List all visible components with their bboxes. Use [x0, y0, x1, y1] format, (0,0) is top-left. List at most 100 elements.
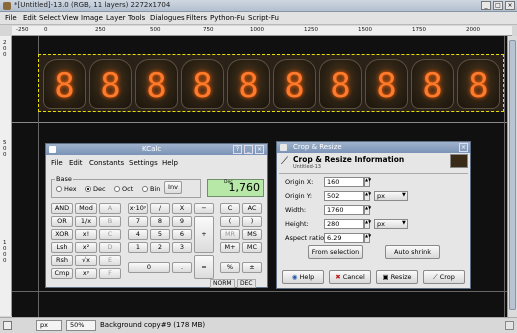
digit-8-button[interactable]: 8	[150, 216, 170, 227]
help-button[interactable]: ◉ Help	[282, 270, 324, 284]
hex-d-button[interactable]: D	[99, 242, 121, 253]
width-field[interactable]: 1760	[324, 205, 364, 215]
radio-dec[interactable]	[85, 186, 91, 192]
left-paren-button[interactable]: (	[220, 216, 240, 227]
kcalc-menu-file[interactable]: File	[51, 159, 63, 167]
origin-x-spinner[interactable]: ▲▼	[364, 177, 371, 187]
memory-clear-button[interactable]: MC	[242, 242, 262, 253]
resize-grip-icon[interactable]	[505, 321, 514, 330]
multiply-button[interactable]: X	[172, 203, 192, 214]
right-paren-button[interactable]: )	[242, 216, 262, 227]
cancel-button[interactable]: ✖ Cancel	[329, 270, 371, 284]
nixie-digit: 8	[468, 66, 489, 106]
hex-a-button[interactable]: A	[99, 203, 121, 214]
origin-y-spinner[interactable]: ▲▼	[364, 191, 371, 201]
resize-button[interactable]: ▣ Resize	[376, 270, 418, 284]
decimal-button[interactable]: .	[172, 262, 192, 273]
menu-python-fu[interactable]: Python-Fu	[210, 14, 245, 22]
menu-tools[interactable]: Tools	[128, 14, 145, 22]
width-spinner[interactable]: ▲▼	[364, 205, 371, 215]
reciprocal-button[interactable]: 1/x	[75, 216, 97, 227]
height-field[interactable]: 280	[324, 219, 364, 229]
percent-button[interactable]: %	[220, 262, 240, 273]
lsh-button[interactable]: Lsh	[51, 242, 73, 253]
rsh-button[interactable]: Rsh	[51, 255, 73, 266]
navigate-icon[interactable]	[3, 321, 12, 330]
ruler-label: 0	[44, 27, 48, 33]
radio-oct[interactable]	[114, 186, 120, 192]
hex-c-button[interactable]: C	[99, 229, 121, 240]
digit-4-button[interactable]: 4	[128, 229, 148, 240]
exp-button[interactable]: x·10ʸ	[128, 203, 148, 214]
menu-filters[interactable]: Filters	[186, 14, 207, 22]
or-button[interactable]: OR	[51, 216, 73, 227]
menu-view[interactable]: View	[62, 14, 79, 22]
digit-9-button[interactable]: 9	[172, 216, 192, 227]
separator	[279, 173, 468, 174]
menu-script-fu[interactable]: Script-Fu	[248, 14, 279, 22]
square-button[interactable]: x²	[75, 242, 97, 253]
minimize-button[interactable]: _	[481, 1, 491, 10]
menu-edit[interactable]: Edit	[23, 14, 37, 22]
kcalc-minimize-icon[interactable]: _	[244, 145, 253, 154]
digit-1-button[interactable]: 1	[128, 242, 148, 253]
menu-select[interactable]: Select	[39, 14, 61, 22]
origin-y-field[interactable]: 502	[324, 191, 364, 201]
plus-button[interactable]: +	[194, 216, 214, 253]
memory-add-button[interactable]: M+	[220, 242, 240, 253]
maximize-button[interactable]: □	[493, 1, 503, 10]
kcalc-menu-edit[interactable]: Edit	[69, 159, 83, 167]
radio-hex[interactable]	[56, 186, 62, 192]
aspect-ratio-spinner[interactable]: ▲▼	[364, 233, 371, 243]
dialog-close-icon[interactable]: ×	[459, 143, 468, 152]
mod-button[interactable]: Mod	[75, 203, 97, 214]
kcalc-close-icon[interactable]: ×	[255, 145, 264, 154]
hex-e-button[interactable]: E	[99, 255, 121, 266]
menu-file[interactable]: File	[5, 14, 17, 22]
menu-dialogues[interactable]: Dialogues	[150, 14, 185, 22]
kcalc-menu-settings[interactable]: Settings	[129, 159, 158, 167]
crop-button[interactable]: ⟋ Crop	[423, 270, 465, 284]
chevron-down-icon[interactable]: ▼	[402, 192, 406, 198]
inv-button[interactable]: Inv	[164, 181, 182, 194]
menu-image[interactable]: Image	[81, 14, 103, 22]
square-root-button[interactable]: √x	[75, 255, 97, 266]
kcalc-help-icon[interactable]: ?	[233, 145, 242, 154]
minus-button[interactable]: −	[194, 203, 214, 214]
and-button[interactable]: AND	[51, 203, 73, 214]
menu-layer[interactable]: Layer	[106, 14, 126, 22]
clear-button[interactable]: C	[220, 203, 240, 214]
power-button[interactable]: xʸ	[75, 268, 97, 279]
height-spinner[interactable]: ▲▼	[364, 219, 371, 229]
all-clear-button[interactable]: AC	[242, 203, 262, 214]
digit-6-button[interactable]: 6	[172, 229, 192, 240]
factorial-button[interactable]: x!	[75, 229, 97, 240]
auto-shrink-button[interactable]: Auto shrink	[385, 245, 440, 259]
divide-button[interactable]: /	[150, 203, 170, 214]
hex-b-button[interactable]: B	[99, 216, 121, 227]
memory-recall-button[interactable]: MR	[220, 229, 240, 240]
hex-f-button[interactable]: F	[99, 268, 121, 279]
kcalc-menu-help[interactable]: Help	[162, 159, 178, 167]
zoom-select[interactable]: 50%	[66, 320, 96, 331]
origin-x-field[interactable]: 160	[324, 177, 364, 187]
plus-minus-button[interactable]: ±	[242, 262, 262, 273]
digit-7-button[interactable]: 7	[128, 216, 148, 227]
cmp-button[interactable]: Cmp	[51, 268, 73, 279]
digit-3-button[interactable]: 3	[172, 242, 192, 253]
digit-5-button[interactable]: 5	[150, 229, 170, 240]
radio-bin[interactable]	[142, 186, 148, 192]
memory-store-button[interactable]: MS	[242, 229, 262, 240]
kcalc-menu-constants[interactable]: Constants	[89, 159, 124, 167]
from-selection-button[interactable]: From selection	[308, 245, 363, 259]
unit-select[interactable]: px	[36, 320, 62, 331]
equals-button[interactable]: =	[194, 255, 214, 279]
aspect-ratio-field[interactable]: 6.29	[324, 233, 364, 243]
xor-button[interactable]: XOR	[51, 229, 73, 240]
digit-0-button[interactable]: 0	[128, 262, 170, 273]
scrollbar-thumb[interactable]	[509, 40, 516, 310]
vertical-scrollbar[interactable]	[507, 36, 517, 317]
close-button[interactable]: ×	[505, 1, 515, 10]
chevron-down-icon[interactable]: ▼	[402, 220, 406, 226]
digit-2-button[interactable]: 2	[150, 242, 170, 253]
